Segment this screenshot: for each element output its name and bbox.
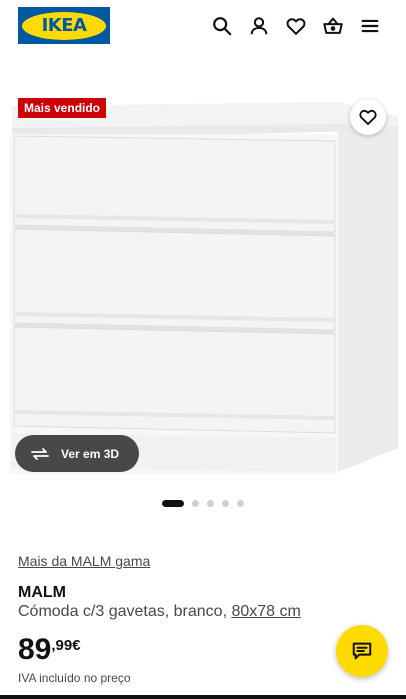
search-icon[interactable]: [210, 14, 234, 38]
gallery-pagination: [162, 500, 252, 507]
view-in-3d-button[interactable]: Ver em 3D: [15, 435, 139, 472]
product-image: [10, 102, 398, 474]
chat-icon: [352, 642, 372, 660]
pagination-dot[interactable]: [207, 500, 214, 507]
price-integer: 89: [18, 633, 52, 666]
pagination-dot-active[interactable]: [162, 500, 184, 507]
vat-note: IVA incluído no preço: [18, 671, 131, 685]
basket-icon[interactable]: [321, 14, 345, 38]
product-dimensions-link[interactable]: 80x78 cm: [231, 603, 300, 620]
price-decimal: ,99€: [51, 637, 81, 654]
pagination-dot[interactable]: [222, 500, 229, 507]
menu-icon[interactable]: [358, 14, 382, 38]
ikea-logo[interactable]: IKEA: [18, 7, 110, 44]
account-icon[interactable]: [247, 14, 271, 38]
product-image-gallery[interactable]: [0, 88, 406, 488]
product-name: MALM: [18, 584, 66, 601]
product-description: Cómoda c/3 gavetas, branco, 80x78 cm: [18, 603, 301, 621]
rotate-3d-icon: [31, 447, 49, 460]
add-to-favourites-button[interactable]: [350, 99, 386, 135]
bottom-edge: [0, 695, 406, 699]
logo-oval: IKEA: [22, 11, 106, 40]
pagination-dot[interactable]: [237, 500, 244, 507]
pagination-dot[interactable]: [192, 500, 199, 507]
logo-text: IKEA: [41, 15, 87, 36]
product-price: 89 ,99€: [18, 633, 81, 667]
bestseller-badge: Mais vendido: [18, 98, 107, 118]
range-link[interactable]: Mais da MALM gama: [18, 553, 150, 569]
top-header: IKEA: [0, 0, 406, 52]
product-description-text: Cómoda c/3 gavetas, branco,: [18, 603, 232, 620]
view-in-3d-label: Ver em 3D: [61, 446, 120, 461]
heart-icon[interactable]: [284, 14, 308, 38]
heart-icon: [359, 109, 377, 126]
chat-button[interactable]: [336, 625, 388, 677]
